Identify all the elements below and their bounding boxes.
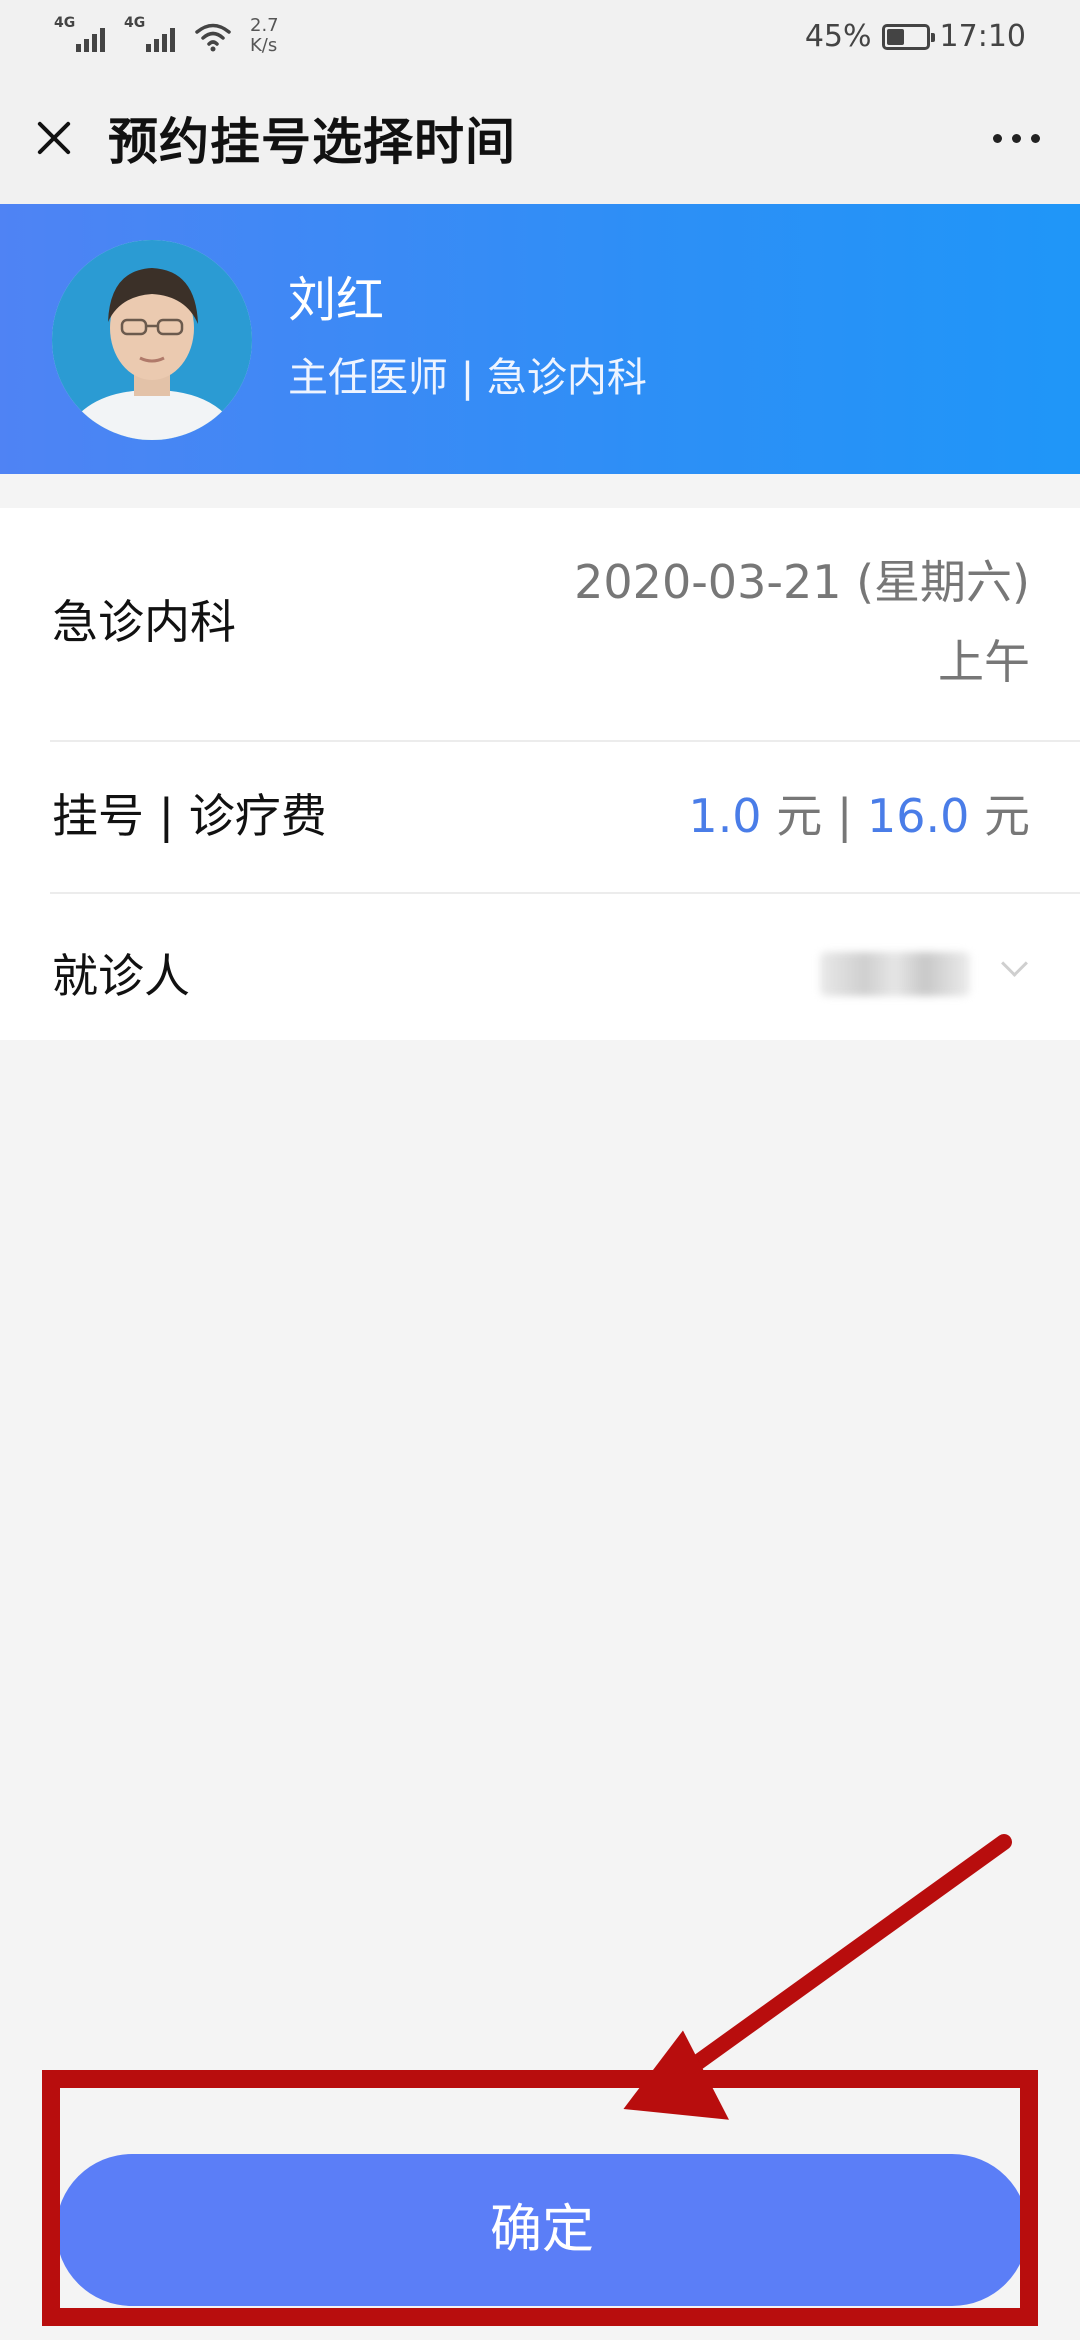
annotation-highlight-box — [42, 2070, 1038, 2326]
annotation-arrow — [623, 1834, 1012, 2120]
